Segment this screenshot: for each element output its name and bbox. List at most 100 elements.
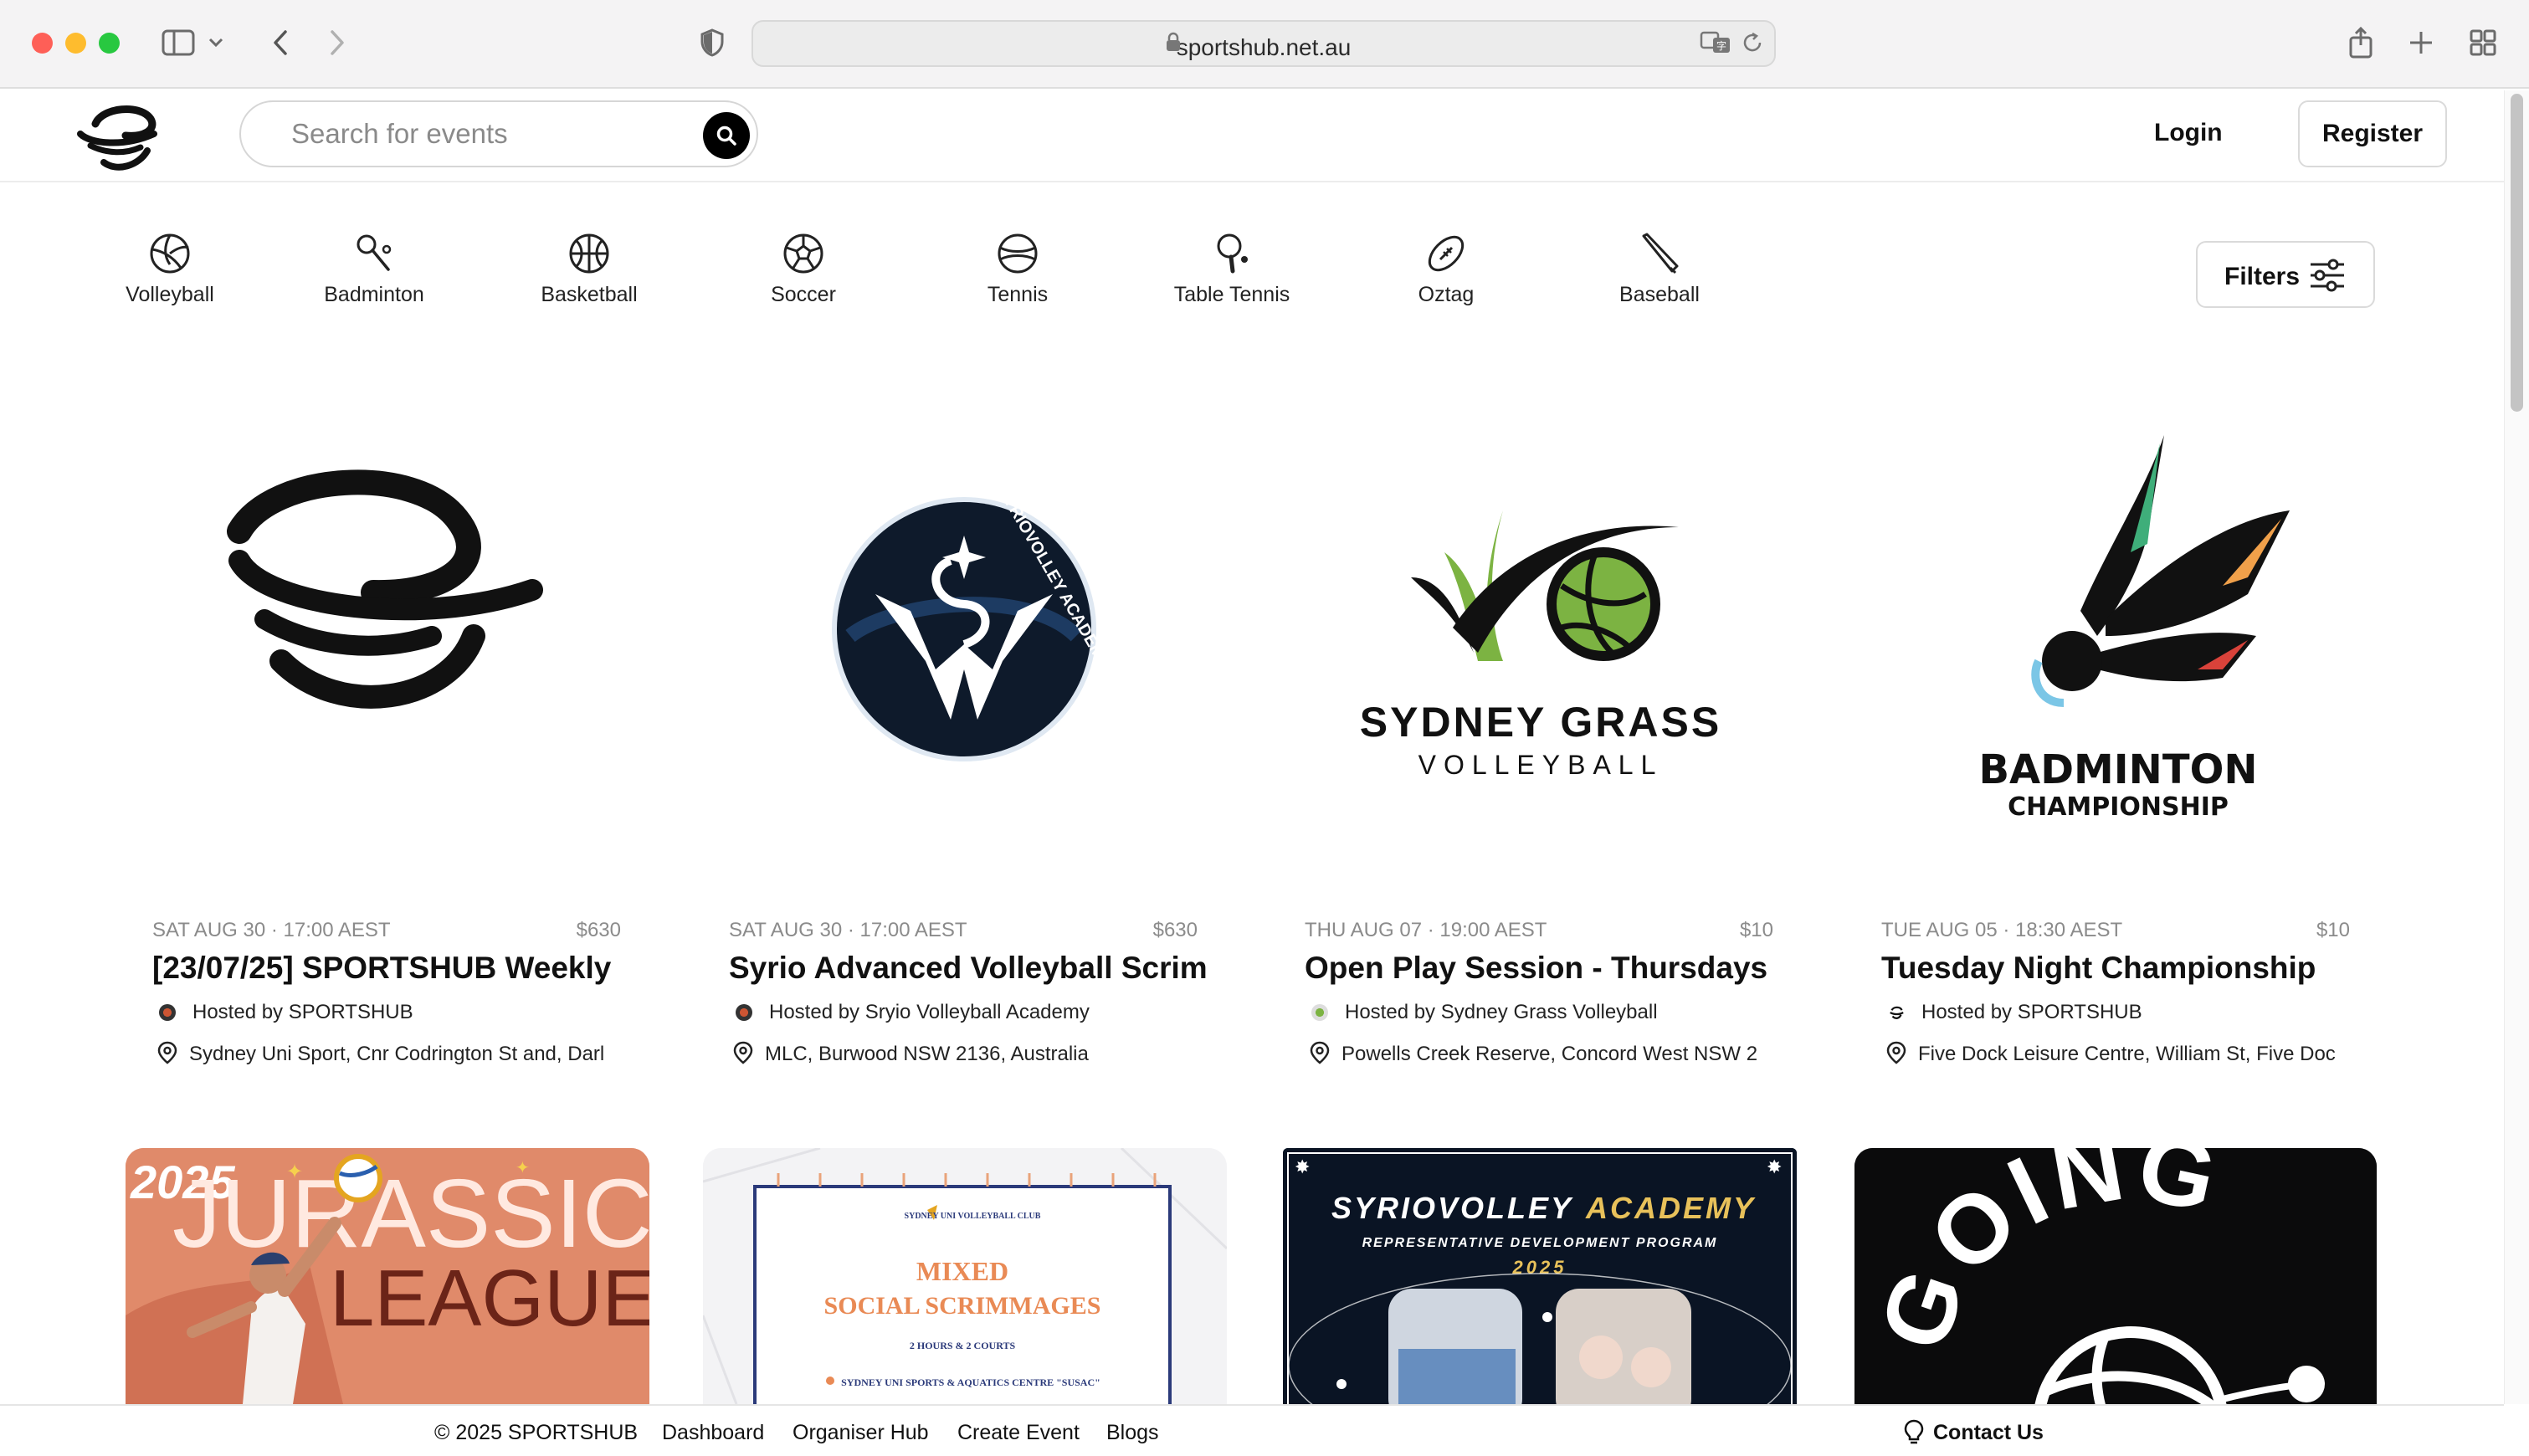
event-title[interactable]: Open Play Session - Thursdays	[1305, 951, 1807, 986]
event-card-jurassic-league[interactable]: 2025 JURASSIC LEAGUE ✦ ✦	[126, 1148, 649, 1404]
sydney-grass-volleyball-logo: SYDNEY GRASS VOLLEYBALL	[1360, 510, 1719, 780]
footer-link-dashboard[interactable]: Dashboard	[662, 1421, 764, 1445]
poster-line-3: 2 HOURS & 2 COURTS	[910, 1340, 1016, 1351]
sportshub-logo[interactable]	[74, 99, 166, 174]
filters-button[interactable]: Filters	[2196, 241, 2375, 308]
event-datetime: SAT AUG 30 · 17:00 AEST $630	[729, 919, 1198, 942]
footer-copyright: © 2025 SPORTSHUB	[434, 1421, 639, 1444]
host-avatar	[1311, 1004, 1328, 1021]
host-avatar	[736, 1004, 752, 1021]
category-label: Volleyball	[126, 283, 214, 306]
poster-title-1: JURASSIC	[172, 1159, 649, 1268]
category-table-tennis[interactable]: Table Tennis	[1140, 231, 1324, 307]
category-label: Soccer	[771, 283, 836, 306]
category-soccer[interactable]: Soccer	[711, 231, 895, 307]
event-location: Sydney Uni Sport, Cnr Codrington St and,…	[157, 1041, 626, 1066]
site-header: Login Register	[0, 90, 2504, 182]
event-card-going[interactable]: GOING	[1854, 1148, 2377, 1404]
host-avatar	[1890, 1006, 1904, 1019]
event-date: THU AUG 07 · 19:00 AEST	[1305, 919, 1547, 941]
event-price: $630	[1152, 919, 1198, 941]
event-card-image-sydney-grass[interactable]: SYDNEY GRASS VOLLEYBALL	[1252, 385, 1829, 870]
footer-link-create-event[interactable]: Create Event	[957, 1421, 1080, 1445]
location-pin-icon	[733, 1041, 753, 1064]
category-label: Tennis	[987, 283, 1049, 306]
reload-icon[interactable]	[1734, 22, 1771, 64]
category-label: Table Tennis	[1173, 283, 1290, 306]
poster-line-1: MIXED	[916, 1256, 1008, 1286]
page-scrollbar[interactable]	[2504, 90, 2529, 1404]
social-scrimmages-poster: SYDNEY UNI VOLLEYBALL CLUB MIXED SOCIAL …	[703, 1148, 1227, 1404]
category-label: Baseball	[1619, 283, 1700, 306]
event-card-image-sportshub[interactable]	[97, 385, 675, 870]
event-card-image-badminton[interactable]: BADMINTON CHAMPIONSHIP	[1829, 385, 2407, 870]
jurassic-league-poster: 2025 JURASSIC LEAGUE ✦ ✦	[126, 1148, 649, 1404]
search-bar	[239, 100, 758, 167]
syrio-program-poster: ✸ ✸ SYRIOVOLLEY ACADEMY REPRESENTATIVE D…	[1283, 1148, 1797, 1404]
category-oztag[interactable]: Oztag	[1354, 231, 1538, 307]
url-text: sportshub.net.au	[1176, 34, 1352, 60]
event-datetime: THU AUG 07 · 19:00 AEST $10	[1305, 919, 1773, 942]
event-host[interactable]: Hosted by SPORTSHUB	[1888, 1001, 2373, 1024]
oztag-icon	[1428, 235, 1465, 272]
event-date: SAT AUG 30 · 17:00 AEST	[729, 919, 967, 941]
register-button[interactable]: Register	[2298, 100, 2447, 167]
soccer-icon	[783, 233, 823, 274]
close-window-button[interactable]	[32, 33, 53, 54]
badminton-icon	[357, 234, 392, 271]
location-pin-icon	[1310, 1041, 1330, 1064]
svg-text:✸: ✸	[1767, 1157, 1782, 1178]
event-date: SAT AUG 30 · 17:00 AEST	[152, 919, 391, 941]
share-icon[interactable]	[2340, 22, 2382, 64]
new-tab-icon[interactable]	[2400, 22, 2442, 64]
footer-link-blogs[interactable]: Blogs	[1106, 1421, 1159, 1445]
sportshub-logo-large	[227, 469, 543, 709]
minimize-window-button[interactable]	[65, 33, 86, 54]
event-card-social-scrimmages[interactable]: SYDNEY UNI VOLLEYBALL CLUB MIXED SOCIAL …	[703, 1148, 1227, 1404]
tab-overview-icon[interactable]	[2462, 22, 2504, 64]
lock-icon	[1167, 32, 1180, 51]
translate-icon[interactable]: 字	[1697, 22, 1734, 64]
host-avatar	[159, 1004, 176, 1021]
location-pin-icon	[157, 1041, 177, 1064]
event-host[interactable]: Hosted by SPORTSHUB	[159, 1001, 644, 1024]
event-title[interactable]: Tuesday Night Championship	[1881, 951, 2383, 986]
event-title[interactable]: [23/07/25] SPORTSHUB Weekly	[152, 951, 654, 986]
event-card-syrio-program[interactable]: ✸ ✸ SYRIOVOLLEY ACADEMY REPRESENTATIVE D…	[1283, 1148, 1797, 1404]
search-button[interactable]	[703, 112, 750, 159]
event-host[interactable]: Hosted by Sryio Volleyball Academy	[736, 1001, 1221, 1024]
event-title[interactable]: Syrio Advanced Volleyball Scrim	[729, 951, 1231, 986]
address-bar[interactable]: sportshub.net.au	[752, 20, 1776, 67]
volleyball-icon	[150, 233, 190, 274]
back-icon[interactable]	[259, 22, 301, 64]
site-footer: © 2025 SPORTSHUB Dashboard Organiser Hub…	[0, 1404, 2504, 1456]
category-volleyball[interactable]: Volleyball	[78, 231, 262, 307]
basketball-icon	[569, 233, 609, 274]
category-baseball[interactable]: Baseball	[1567, 231, 1752, 307]
privacy-shield-icon[interactable]	[691, 22, 733, 64]
sidebar-toggle-icon[interactable]	[157, 22, 199, 64]
event-card-image-syrio[interactable]: SYRIOVOLLEY ACADEMY	[675, 385, 1252, 870]
category-badminton[interactable]: Badminton	[282, 231, 466, 307]
event-host[interactable]: Hosted by Sydney Grass Volleyball	[1311, 1001, 1797, 1024]
svg-text:✸: ✸	[1295, 1157, 1310, 1178]
location-text: Five Dock Leisure Centre, William St, Fi…	[1918, 1043, 2336, 1065]
host-label: Hosted by Sydney Grass Volleyball	[1345, 1001, 1658, 1023]
footer-link-contact[interactable]: Contact Us	[1933, 1421, 2044, 1445]
sydney-grass-line2: VOLLEYBALL	[1418, 750, 1664, 780]
search-input[interactable]	[291, 115, 676, 152]
forward-icon[interactable]	[316, 22, 358, 64]
poster-brand-1: SYRIOVOLLEY	[1331, 1191, 1573, 1225]
category-tennis[interactable]: Tennis	[926, 231, 1110, 307]
scrollbar-thumb[interactable]	[2511, 94, 2523, 412]
zoom-window-button[interactable]	[99, 33, 120, 54]
chevron-down-icon[interactable]	[201, 22, 231, 64]
footer-link-organiser-hub[interactable]: Organiser Hub	[793, 1421, 929, 1445]
going-poster: GOING	[1854, 1148, 2377, 1404]
sliders-icon	[2311, 259, 2344, 292]
login-link[interactable]: Login	[2154, 119, 2223, 147]
poster-line-2: SOCIAL SCRIMMAGES	[824, 1292, 1101, 1320]
category-basketball[interactable]: Basketball	[497, 231, 681, 307]
svg-text:✦: ✦	[516, 1157, 530, 1177]
search-icon	[716, 126, 736, 146]
